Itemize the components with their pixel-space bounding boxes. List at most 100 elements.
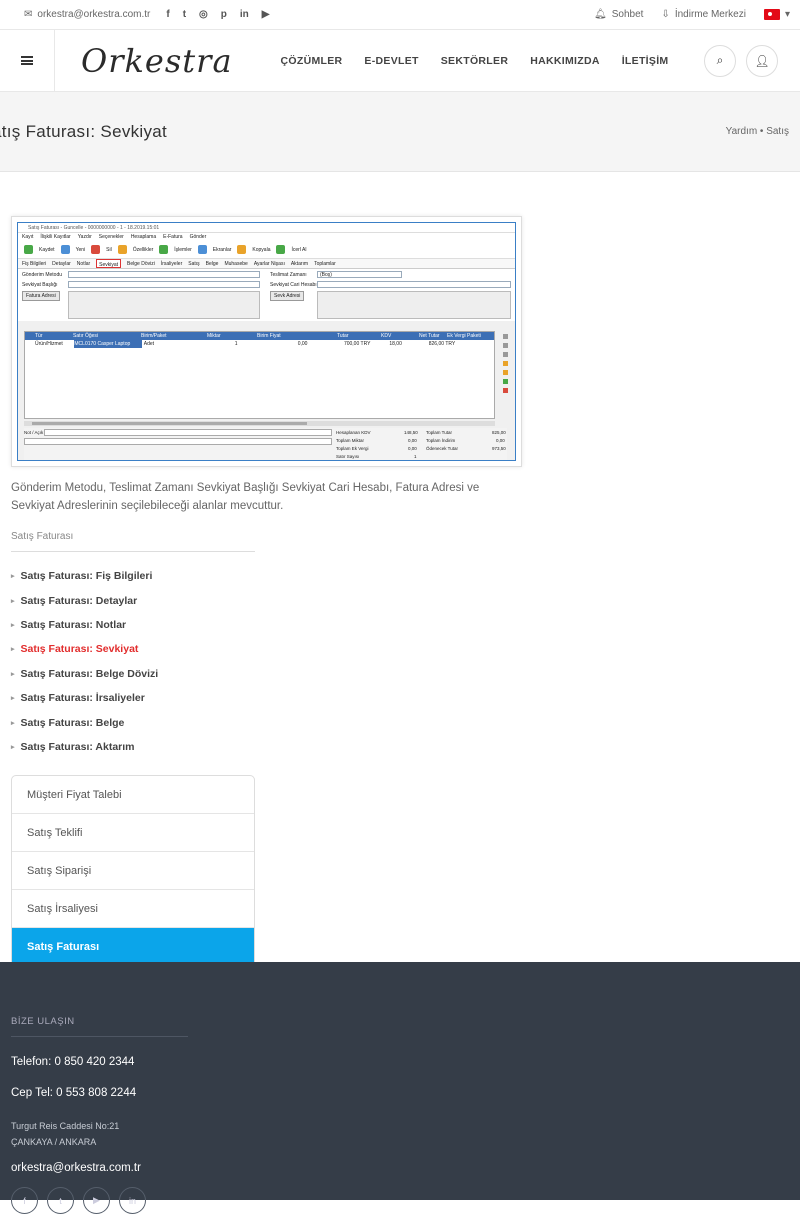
pinterest-icon[interactable]: p bbox=[221, 9, 227, 20]
menu-item: Seçenekler bbox=[98, 234, 124, 240]
nav-item-sektorler[interactable]: SEKTÖRLER bbox=[441, 55, 508, 67]
toolbar-label: Özellikler bbox=[132, 246, 154, 253]
footer: BİZE ULAŞIN Telefon: 0 850 420 2344 Cep … bbox=[0, 962, 800, 1214]
footer-title: BİZE ULAŞIN bbox=[11, 1016, 188, 1037]
address-line: ÇANKAYA / ANKARA bbox=[11, 1137, 97, 1147]
nav-item-cozumler[interactable]: ÇÖZÜMLER bbox=[281, 55, 343, 67]
related-link[interactable]: ▸ Satış Faturası: Fiş Bilgileri bbox=[11, 564, 789, 588]
related-link[interactable]: ▸ Satış Faturası: Aktarım bbox=[11, 735, 789, 759]
twitter-icon[interactable]: t bbox=[183, 9, 186, 20]
detail-grid: Tür Satır Öğesi Birim/Paket Miktar Birim… bbox=[24, 331, 495, 419]
tool-icon bbox=[502, 334, 508, 339]
toolbar-label: Ekranlar bbox=[212, 246, 232, 253]
window-tab: Fiş Bilgileri bbox=[22, 261, 47, 267]
total-value: 0,00 bbox=[408, 438, 417, 443]
linkedin-icon[interactable]: in bbox=[240, 9, 249, 20]
tool-icon bbox=[502, 361, 508, 366]
grid-col: Birim/Paket bbox=[141, 333, 167, 339]
youtube-icon[interactable]: ▶ bbox=[262, 9, 270, 20]
menu-item: Kayıt bbox=[22, 234, 34, 240]
tool-icon bbox=[502, 379, 508, 384]
chat-link[interactable]: 🔔︎ Sohbet bbox=[594, 9, 643, 20]
window-tab: Belge bbox=[205, 261, 219, 267]
footer-socials: f t ▶ in bbox=[11, 1187, 789, 1214]
side-menu-item-satis-faturasi[interactable]: Satış Faturası bbox=[12, 928, 254, 967]
grid-cell: 700,00 TRY bbox=[343, 341, 371, 347]
hamburger-menu-button[interactable] bbox=[0, 30, 55, 91]
window-tab: Ayarlar Nişası bbox=[253, 261, 285, 267]
window-toolbar: Kaydet Yeni Sil Özellikler İşlemler Ekra… bbox=[18, 241, 515, 259]
side-menu-item-satis-irsaliyesi[interactable]: Satış İrsaliyesi bbox=[12, 890, 254, 929]
search-button[interactable]: ⌕ bbox=[704, 44, 736, 77]
related-link[interactable]: ▸ Satış Faturası: Belge bbox=[11, 710, 789, 734]
main-content: Satış Faturası - Guncelle - 0000000000 -… bbox=[0, 172, 800, 968]
grid-col: Ek Vergi Paketi bbox=[447, 333, 481, 339]
add-icon bbox=[24, 245, 33, 254]
email-contact[interactable]: ✉ orkestra@orkestra.com.tr bbox=[24, 9, 150, 20]
toolbar-label: Sil bbox=[106, 246, 112, 253]
menu-item: İlişkili Kayıtlar bbox=[40, 234, 71, 240]
related-link-label: Satış Faturası: Fiş Bilgileri bbox=[20, 570, 153, 583]
grid-scrollbar bbox=[24, 421, 495, 426]
grid-col: Miktar bbox=[207, 333, 221, 339]
instagram-icon[interactable]: ◎ bbox=[199, 9, 208, 20]
total-value: 148,50 bbox=[404, 430, 418, 435]
footer-mobile[interactable]: Cep Tel: 0 553 808 2244 bbox=[11, 1087, 789, 1099]
caret-right-icon: ▸ bbox=[11, 743, 15, 751]
grid-cell: 0,00 bbox=[297, 341, 308, 347]
page-title: atış Faturası: Sevkiyat bbox=[0, 121, 168, 141]
window-tab: Aktarım bbox=[290, 261, 309, 267]
footer-phone[interactable]: Telefon: 0 850 420 2344 bbox=[11, 1056, 789, 1068]
user-button[interactable]: 👤︎ bbox=[746, 44, 778, 77]
linkedin-icon[interactable]: in bbox=[119, 1187, 146, 1214]
grid-row: Ürün/Hizmet MCL0170 Casper Laptop Adet 1… bbox=[25, 340, 494, 348]
nav-item-hakkimizda[interactable]: HAKKIMIZDA bbox=[530, 55, 600, 67]
main-header: Orkestra ÇÖZÜMLER E-DEVLET SEKTÖRLER HAK… bbox=[0, 30, 800, 92]
grid-col: Birim Fiyat bbox=[257, 333, 281, 339]
note-field-2 bbox=[24, 438, 332, 445]
twitter-icon[interactable]: t bbox=[47, 1187, 74, 1214]
related-links: ▸ Satış Faturası: Fiş Bilgileri ▸ Satış Fa… bbox=[11, 564, 789, 759]
shipping-address-box bbox=[317, 291, 511, 319]
side-menu-item-satis-siparisi[interactable]: Satış Siparişi bbox=[12, 852, 254, 891]
related-link[interactable]: ▸ Satış Faturası: Belge Dövizi bbox=[11, 662, 789, 686]
language-selector[interactable]: ▾ bbox=[763, 9, 790, 20]
download-center-link[interactable]: ⇩ İndirme Merkezi bbox=[661, 9, 746, 20]
total-label: Hesaplanan KDV bbox=[336, 430, 371, 435]
related-link[interactable]: ▸ Satış Faturası: İrsaliyeler bbox=[11, 686, 789, 710]
nav-item-iletisim[interactable]: İLETİŞİM bbox=[622, 55, 669, 67]
nav-item-e-devlet[interactable]: E-DEVLET bbox=[364, 55, 418, 67]
toolbar-label: Kopyala bbox=[252, 246, 271, 253]
field-label: Sevkiyat Cari Hesabı bbox=[270, 282, 317, 288]
related-link[interactable]: ▸ Satış Faturası: Notlar bbox=[11, 613, 789, 637]
invoice-address-button: Fatura Adresi bbox=[22, 291, 60, 301]
tool-icon bbox=[502, 352, 508, 357]
grid-col: Satır Öğesi bbox=[73, 333, 99, 339]
window-tab: İrsaliyeler bbox=[160, 261, 183, 267]
related-link[interactable]: ▸ Satış Faturası: Detaylar bbox=[11, 588, 789, 612]
youtube-icon[interactable]: ▶ bbox=[83, 1187, 110, 1214]
related-link-active[interactable]: ▸ Satış Faturası: Sevkiyat bbox=[11, 637, 789, 661]
invoice-address-box bbox=[68, 291, 260, 319]
footer-address: Turgut Reis Caddesi No:21 ÇANKAYA / ANKA… bbox=[11, 1118, 789, 1150]
caret-right-icon: ▸ bbox=[11, 719, 15, 727]
logo[interactable]: Orkestra bbox=[81, 42, 233, 80]
caret-right-icon: ▸ bbox=[11, 573, 15, 581]
breadcrumb[interactable]: Yardım • Satış bbox=[726, 126, 789, 137]
screens-icon bbox=[197, 245, 207, 254]
facebook-icon[interactable]: f bbox=[11, 1187, 38, 1214]
window-tab: Belge Dövizi bbox=[127, 261, 155, 267]
top-email: orkestra@orkestra.com.tr bbox=[37, 9, 151, 20]
window-title: Satış Faturası - Guncelle - 0000000000 -… bbox=[18, 223, 515, 233]
main-nav: ÇÖZÜMLER E-DEVLET SEKTÖRLER HAKKIMIZDA İ… bbox=[281, 55, 669, 67]
total-value: 973,50 bbox=[492, 446, 506, 451]
side-menu-item-satis-teklifi[interactable]: Satış Teklifi bbox=[12, 814, 254, 853]
sales-side-menu: Müşteri Fiyat Talebi Satış Teklifi Satış… bbox=[11, 775, 255, 968]
properties-icon bbox=[117, 245, 127, 254]
menu-item: Gönder bbox=[189, 234, 207, 240]
window-menu: Kayıt İlişkili Kayıtlar Yazdır Seçenekle… bbox=[18, 233, 515, 241]
footer-email[interactable]: orkestra@orkestra.com.tr bbox=[11, 1162, 789, 1174]
side-menu-item-musteri-fiyat-talebi[interactable]: Müşteri Fiyat Talebi bbox=[12, 776, 254, 815]
grid-cell: MCL0170 Casper Laptop bbox=[74, 340, 143, 348]
facebook-icon[interactable]: f bbox=[166, 9, 169, 20]
